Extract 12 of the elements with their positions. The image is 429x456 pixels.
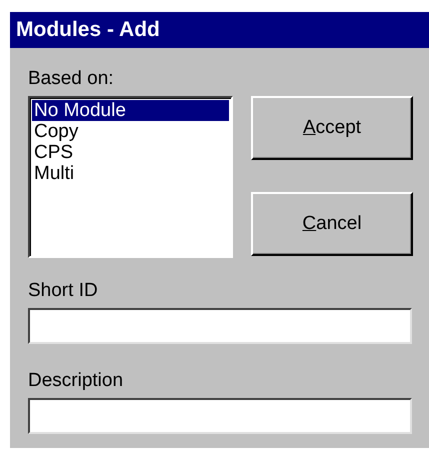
- field-label: Description: [28, 370, 124, 392]
- window-title: Modules - Add: [16, 18, 160, 42]
- list-item[interactable]: CPS: [32, 142, 229, 163]
- cancel-button[interactable]: Cancel: [251, 192, 413, 256]
- input-field[interactable]: [28, 398, 412, 434]
- list-item[interactable]: No Module: [32, 100, 229, 121]
- field-label: Short ID: [28, 280, 99, 302]
- based-on-label: Based on:: [28, 68, 115, 90]
- input-field[interactable]: [28, 308, 412, 344]
- list-item[interactable]: Copy: [32, 121, 229, 142]
- list-item[interactable]: Multi: [32, 163, 229, 184]
- accept-button[interactable]: Accept: [251, 96, 413, 160]
